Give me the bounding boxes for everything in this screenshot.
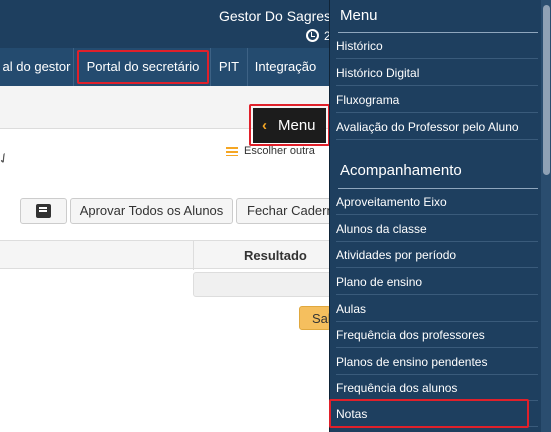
side-item-avaliacao-professor[interactable]: Avaliação do Professor pelo Aluno [336, 114, 538, 140]
side-item-fluxograma[interactable]: Fluxograma [336, 87, 538, 113]
side-item-notas[interactable]: Notas [336, 401, 538, 427]
table-header: Resultado [0, 240, 330, 270]
book-icon [36, 204, 51, 218]
side-menu-scrollbar[interactable] [541, 0, 551, 432]
escolher-outra-label: Escolher outra [244, 145, 315, 158]
fechar-caderneta-button[interactable]: Fechar Cadern [236, 198, 332, 224]
side-menu: Menu Histórico Histórico Digital Fluxogr… [329, 0, 551, 432]
side-item-atividades-periodo[interactable]: Atividades por período [336, 242, 538, 268]
side-item-frequencia-alunos[interactable]: Frequência dos alunos [336, 375, 538, 401]
scroll-thumb[interactable] [543, 5, 550, 175]
menu-toggle-label: Menu [278, 117, 316, 134]
nav-pit[interactable]: PIT [210, 48, 248, 86]
side-item-historico-digital[interactable]: Histórico Digital [336, 60, 538, 86]
side-menu-title: Menu [340, 7, 378, 24]
side-item-planos-pendentes[interactable]: Planos de ensino pendentes [336, 349, 538, 375]
book-button[interactable] [20, 198, 67, 224]
side-item-aproveitamento-eixo[interactable]: Aproveitamento Eixo [336, 189, 538, 215]
nav-integracao[interactable]: Integração [248, 48, 323, 86]
chevron-left-icon: ‹ [262, 117, 267, 134]
save-button[interactable]: Sal [299, 306, 331, 330]
section-title-acompanhamento: Acompanhamento [340, 162, 462, 179]
resultado-input[interactable] [193, 272, 333, 297]
list-icon [226, 146, 238, 156]
clock-icon [306, 29, 319, 42]
side-item-plano-ensino[interactable]: Plano de ensino [336, 269, 538, 295]
side-item-frequencia-professores[interactable]: Frequência dos professores [336, 322, 538, 348]
user-name[interactable]: Gestor Do Sagres [219, 8, 331, 24]
escolher-outra-link[interactable]: Escolher outra [226, 145, 315, 157]
aprovar-todos-button[interactable]: Aprovar Todos os Alunos [70, 198, 233, 224]
nav-portal-secretario[interactable]: Portal do secretário [79, 48, 207, 86]
side-item-alunos-classe[interactable]: Alunos da classe [336, 216, 538, 242]
resultado-header: Resultado [244, 248, 307, 263]
side-item-historico[interactable]: Histórico [336, 33, 538, 59]
column-divider [193, 241, 194, 270]
side-item-aulas[interactable]: Aulas [336, 296, 538, 322]
nav-portal-gestor[interactable]: al do gestor [0, 48, 74, 86]
menu-toggle-button[interactable]: ‹ Menu [253, 108, 326, 143]
